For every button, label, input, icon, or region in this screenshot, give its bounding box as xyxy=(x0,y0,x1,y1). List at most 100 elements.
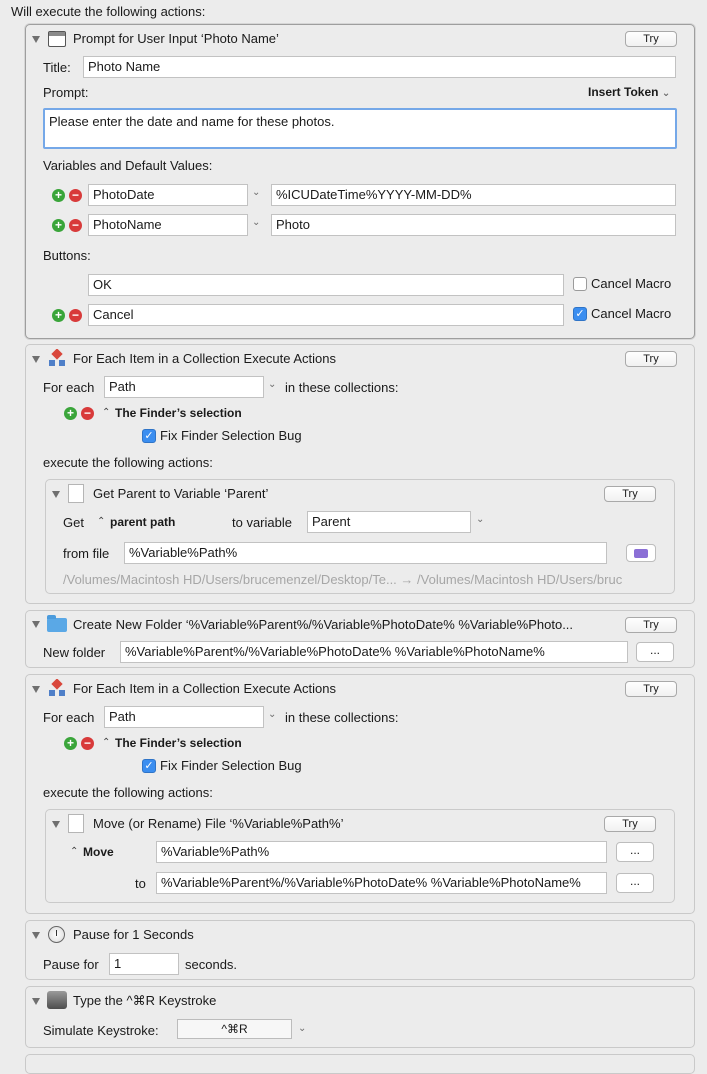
try-button[interactable]: Try xyxy=(625,351,677,367)
get-label: Get xyxy=(63,515,84,530)
for-each-action-panel[interactable]: For Each Item in a Collection Execute Ac… xyxy=(25,344,695,604)
action-title: Pause for 1 Seconds xyxy=(73,927,194,942)
title-field[interactable]: Photo Name xyxy=(83,56,676,78)
seconds-label: seconds. xyxy=(185,957,238,972)
disclosure-triangle[interactable] xyxy=(32,686,40,693)
variable-default-field[interactable]: Photo xyxy=(271,214,676,236)
collection-type-popup[interactable]: The Finder’s selection xyxy=(115,736,242,750)
remove-collection-button[interactable]: − xyxy=(81,407,94,420)
variable-default-field[interactable]: %ICUDateTime%YYYY-MM-DD% xyxy=(271,184,676,206)
disclosure-triangle[interactable] xyxy=(52,821,60,828)
for-each-variable-field[interactable]: Path xyxy=(104,376,264,398)
fix-finder-bug-label: Fix Finder Selection Bug xyxy=(160,428,302,443)
add-collection-button[interactable]: + xyxy=(64,737,77,750)
get-parent-action-panel[interactable]: Get Parent to Variable ‘Parent’ Try Get … xyxy=(45,479,675,594)
for-each-icon xyxy=(49,679,65,696)
keystroke-action-panel[interactable]: Type the ^⌘R Keystroke Simulate Keystrok… xyxy=(25,986,695,1048)
new-folder-label: New folder xyxy=(43,645,106,660)
try-button[interactable]: Try xyxy=(604,486,656,502)
pause-action-panel[interactable]: Pause for 1 Seconds Pause for 1 seconds. xyxy=(25,920,695,980)
try-button[interactable]: Try xyxy=(604,816,656,832)
for-each-label: For each xyxy=(43,710,95,725)
clock-icon xyxy=(48,926,65,943)
disclosure-triangle[interactable] xyxy=(32,932,40,939)
pause-seconds-field[interactable]: 1 xyxy=(109,953,179,975)
buttons-label: Buttons: xyxy=(43,248,91,263)
move-type-popup[interactable]: Move xyxy=(83,845,114,859)
create-folder-action-panel[interactable]: Create New Folder ‘%Variable%Parent%/%Va… xyxy=(25,610,695,668)
remove-button-button[interactable]: − xyxy=(69,309,82,322)
in-collections-label: in these collections: xyxy=(285,710,399,725)
disclosure-triangle[interactable] xyxy=(32,36,40,43)
popup-arrows-icon[interactable]: ⌃ xyxy=(102,407,110,418)
cancel-macro-checkbox[interactable]: ✓ xyxy=(573,307,587,321)
prompt-text-area[interactable]: Please enter the date and name for these… xyxy=(43,108,677,149)
to-variable-field[interactable]: Parent xyxy=(307,511,471,533)
variable-name-field[interactable]: PhotoName xyxy=(88,214,248,236)
insert-token-label: Insert Token xyxy=(588,85,659,99)
insert-token-button[interactable]: ... xyxy=(616,842,654,862)
new-folder-field[interactable]: %Variable%Parent%/%Variable%PhotoDate% %… xyxy=(120,641,628,663)
get-type-popup[interactable]: parent path xyxy=(110,515,175,529)
chevron-down-icon[interactable]: ⌄ xyxy=(476,514,484,525)
disclosure-triangle[interactable] xyxy=(52,491,60,498)
disclosure-triangle[interactable] xyxy=(32,356,40,363)
in-collections-label: in these collections: xyxy=(285,380,399,395)
destination-file-field[interactable]: %Variable%Parent%/%Variable%PhotoDate% %… xyxy=(156,872,607,894)
prompt-label: Prompt: xyxy=(43,85,89,100)
keyboard-icon xyxy=(47,991,67,1009)
button-label-field[interactable]: OK xyxy=(88,274,564,296)
move-file-action-panel[interactable]: Move (or Rename) File ‘%Variable%Path%’ … xyxy=(45,809,675,903)
add-button-button[interactable]: + xyxy=(52,309,65,322)
chevron-down-icon[interactable]: ⌄ xyxy=(252,217,260,228)
for-each-action-panel[interactable]: For Each Item in a Collection Execute Ac… xyxy=(25,674,695,914)
from-file-field[interactable]: %Variable%Path% xyxy=(124,542,607,564)
popup-arrows-icon[interactable]: ⌃ xyxy=(102,737,110,748)
try-button[interactable]: Try xyxy=(625,617,677,633)
prompt-window-icon xyxy=(48,31,66,47)
next-action-panel[interactable] xyxy=(25,1054,695,1074)
chevron-down-icon: ⌄ xyxy=(661,88,671,99)
cancel-macro-checkbox[interactable] xyxy=(573,277,587,291)
prompt-action-panel[interactable]: Prompt for User Input ‘Photo Name’ Try T… xyxy=(25,24,695,339)
chevron-down-icon[interactable]: ⌄ xyxy=(268,709,276,720)
insert-token-button[interactable]: ... xyxy=(616,873,654,893)
try-button[interactable]: Try xyxy=(625,31,677,47)
remove-variable-button[interactable]: − xyxy=(69,219,82,232)
document-icon xyxy=(68,814,84,833)
variable-name-field[interactable]: PhotoDate xyxy=(88,184,248,206)
insert-token-menu[interactable]: Insert Token ⌄ xyxy=(588,85,670,99)
choose-file-button[interactable] xyxy=(626,544,656,562)
action-title: Create New Folder ‘%Variable%Parent%/%Va… xyxy=(73,617,574,632)
try-button[interactable]: Try xyxy=(625,681,677,697)
popup-arrows-icon[interactable]: ⌃ xyxy=(97,516,105,527)
add-variable-button[interactable]: + xyxy=(52,189,65,202)
remove-variable-button[interactable]: − xyxy=(69,189,82,202)
for-each-variable-field[interactable]: Path xyxy=(104,706,264,728)
cancel-macro-label: Cancel Macro xyxy=(591,276,672,291)
document-icon xyxy=(68,484,84,503)
chevron-down-icon[interactable]: ⌄ xyxy=(298,1023,306,1034)
insert-token-button[interactable]: ... xyxy=(636,642,674,662)
fix-finder-bug-checkbox[interactable]: ✓ xyxy=(142,429,156,443)
button-label-field[interactable]: Cancel xyxy=(88,304,564,326)
fix-finder-bug-checkbox[interactable]: ✓ xyxy=(142,759,156,773)
source-file-field[interactable]: %Variable%Path% xyxy=(156,841,607,863)
collection-type-popup[interactable]: The Finder’s selection xyxy=(115,406,242,420)
add-collection-button[interactable]: + xyxy=(64,407,77,420)
keystroke-field[interactable]: ^⌘R xyxy=(177,1019,292,1039)
for-each-icon xyxy=(49,349,65,366)
cancel-macro-label: Cancel Macro xyxy=(591,306,672,321)
remove-collection-button[interactable]: − xyxy=(81,737,94,750)
for-each-label: For each xyxy=(43,380,95,395)
popup-arrows-icon[interactable]: ⌃ xyxy=(70,846,78,857)
add-variable-button[interactable]: + xyxy=(52,219,65,232)
to-label: to xyxy=(135,876,146,891)
disclosure-triangle[interactable] xyxy=(32,998,40,1005)
chevron-down-icon[interactable]: ⌄ xyxy=(268,379,276,390)
pause-for-label: Pause for xyxy=(43,957,99,972)
disclosure-triangle[interactable] xyxy=(32,621,40,628)
to-variable-label: to variable xyxy=(232,515,292,530)
chevron-down-icon[interactable]: ⌄ xyxy=(252,187,260,198)
action-title: For Each Item in a Collection Execute Ac… xyxy=(73,351,337,366)
